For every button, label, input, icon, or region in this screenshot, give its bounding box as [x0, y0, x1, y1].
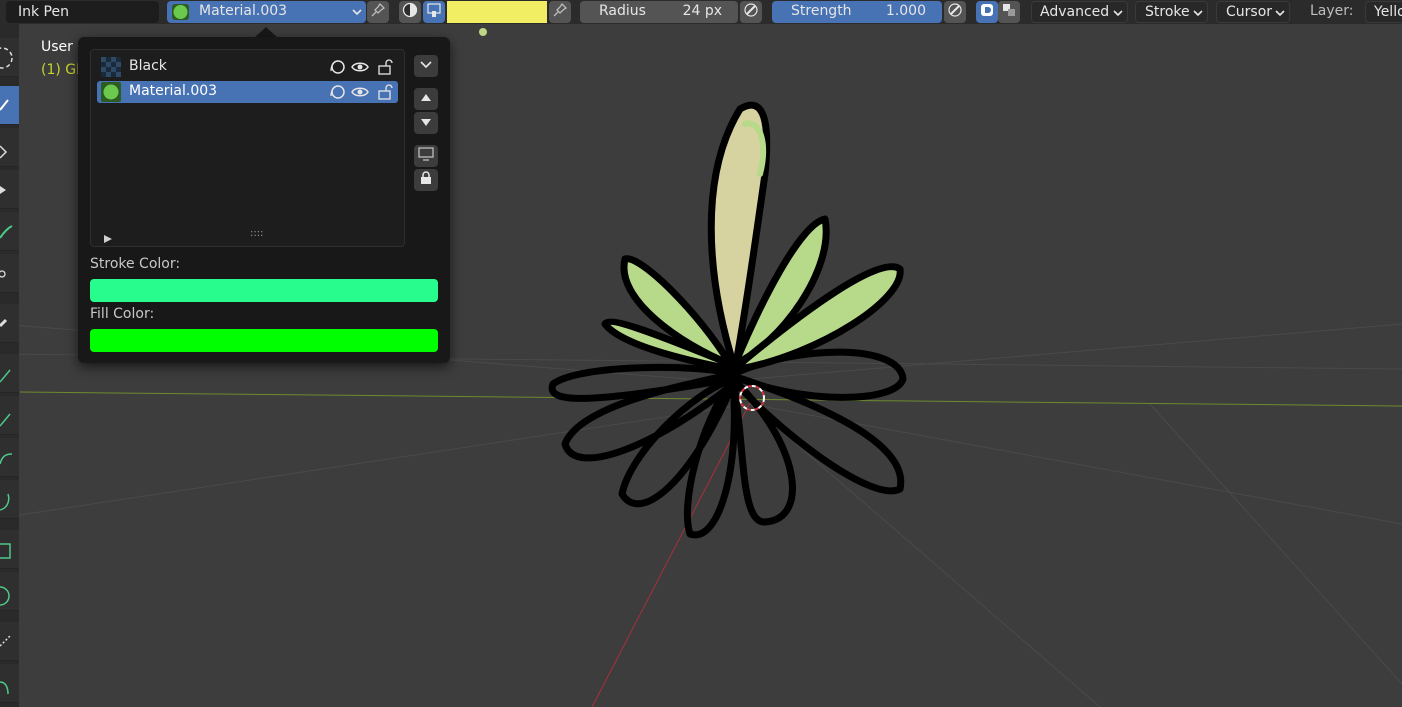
fill-color-label: Fill Color: [90, 306, 155, 322]
strength-slider[interactable]: Strength 1.000 [772, 1, 942, 23]
tool-cutter[interactable] [0, 254, 19, 293]
material-item-name: Material.003 [129, 83, 218, 99]
material-item-name: Black [129, 58, 167, 74]
brush-dot [479, 28, 487, 36]
y-axis-line [591, 398, 753, 707]
cursor-label: Cursor [1226, 4, 1273, 20]
draw-mode-toggle[interactable] [976, 1, 998, 23]
pin-color-button[interactable] [549, 1, 571, 23]
radius-label: Radius [599, 3, 646, 19]
cursor-menu[interactable]: Cursor [1216, 1, 1290, 23]
arrow-up-icon [420, 91, 432, 107]
move-up-button[interactable] [414, 88, 438, 110]
tool-draw[interactable] [0, 86, 19, 125]
radius-slider[interactable]: Radius 24 px [580, 1, 738, 23]
pressure-icon [947, 2, 963, 22]
vertex-color-toggle[interactable] [423, 1, 445, 23]
layer-selector[interactable]: Yello [1365, 1, 1402, 23]
tool-line[interactable] [0, 354, 19, 393]
monitor-icon [418, 147, 434, 165]
tool-arc[interactable] [0, 438, 19, 477]
blend-icon [1001, 2, 1017, 22]
brush-fill-icon [426, 2, 442, 22]
tool-tint[interactable] [0, 212, 19, 251]
chevron-down-icon [1193, 7, 1203, 23]
advanced-label: Advanced [1040, 4, 1110, 20]
tool-erase[interactable] [0, 170, 19, 209]
play-icon[interactable] [104, 231, 112, 247]
lock-icon [419, 171, 433, 189]
strength-label: Strength [791, 3, 852, 19]
fill-color-swatch[interactable] [90, 329, 438, 352]
material-sphere-icon [171, 3, 190, 21]
eye-icon[interactable] [351, 58, 369, 80]
material-selector[interactable]: Material.003 [167, 1, 366, 23]
resize-handle[interactable]: :::: [250, 228, 263, 239]
stroke-color-swatch[interactable] [90, 279, 438, 302]
tool-interpolate[interactable] [0, 622, 19, 661]
tool-fill[interactable] [0, 128, 19, 167]
tool-cursor[interactable] [0, 38, 19, 77]
draw-mode-icon [979, 2, 995, 22]
tool-extra[interactable] [0, 664, 19, 703]
brush-name-field[interactable]: Ink Pen [6, 1, 159, 23]
tool-curve[interactable] [0, 480, 19, 519]
move-down-button[interactable] [414, 112, 438, 134]
tool-polyline[interactable] [0, 396, 19, 435]
pin-material-button[interactable] [367, 1, 389, 23]
lock-icon[interactable] [376, 83, 394, 105]
chevron-down-icon [1275, 7, 1285, 23]
material-name: Material.003 [199, 3, 288, 19]
tool-shelf [0, 24, 19, 707]
lock-icon[interactable] [376, 58, 394, 80]
pin-icon [552, 2, 568, 22]
stroke-menu[interactable]: Stroke [1135, 1, 1208, 23]
shading-icon [402, 2, 418, 22]
specials-menu-button[interactable] [414, 55, 438, 77]
stroke-color-label: Stroke Color: [90, 256, 181, 272]
strength-value: 1.000 [885, 3, 926, 19]
tool-header: Ink Pen Material.003 Radius 24 px Streng… [0, 0, 1402, 24]
advanced-menu[interactable]: Advanced [1031, 1, 1128, 23]
tool-eyedropper[interactable] [0, 304, 19, 343]
ghost-icon[interactable] [328, 58, 346, 80]
material-sphere-icon [101, 82, 121, 106]
shading-button[interactable] [399, 1, 421, 23]
isolate-display-button[interactable] [414, 145, 438, 167]
radius-value: 24 px [682, 3, 722, 19]
arrow-down-icon [420, 115, 432, 131]
tool-box[interactable] [0, 530, 19, 569]
material-popover: Black Material.003 :::: Stroke Color: Fi… [78, 37, 450, 363]
isolate-lock-button[interactable] [414, 169, 438, 191]
radius-pressure-button[interactable] [740, 1, 762, 23]
eye-icon[interactable] [351, 83, 369, 105]
pressure-icon [743, 2, 759, 22]
ghost-icon[interactable] [328, 83, 346, 105]
layer-value: Yello [1374, 4, 1402, 20]
chevron-down-icon [420, 58, 432, 74]
chevron-down-icon [352, 6, 362, 22]
list-item[interactable]: Black [97, 56, 398, 78]
layer-label: Layer: [1310, 3, 1354, 19]
pin-icon [370, 2, 386, 22]
tool-circle[interactable] [0, 572, 19, 611]
brush-name: Ink Pen [18, 4, 69, 20]
list-item[interactable]: Material.003 [97, 81, 398, 103]
stroke-label: Stroke [1145, 4, 1190, 20]
material-slot-list[interactable]: Black Material.003 :::: [90, 49, 405, 247]
material-checker-icon [101, 57, 121, 81]
color-swatch[interactable] [447, 1, 547, 23]
blend-mode-toggle[interactable] [998, 1, 1020, 23]
strength-pressure-button[interactable] [944, 1, 966, 23]
flower-drawing [548, 101, 907, 539]
chevron-down-icon [1113, 7, 1123, 23]
